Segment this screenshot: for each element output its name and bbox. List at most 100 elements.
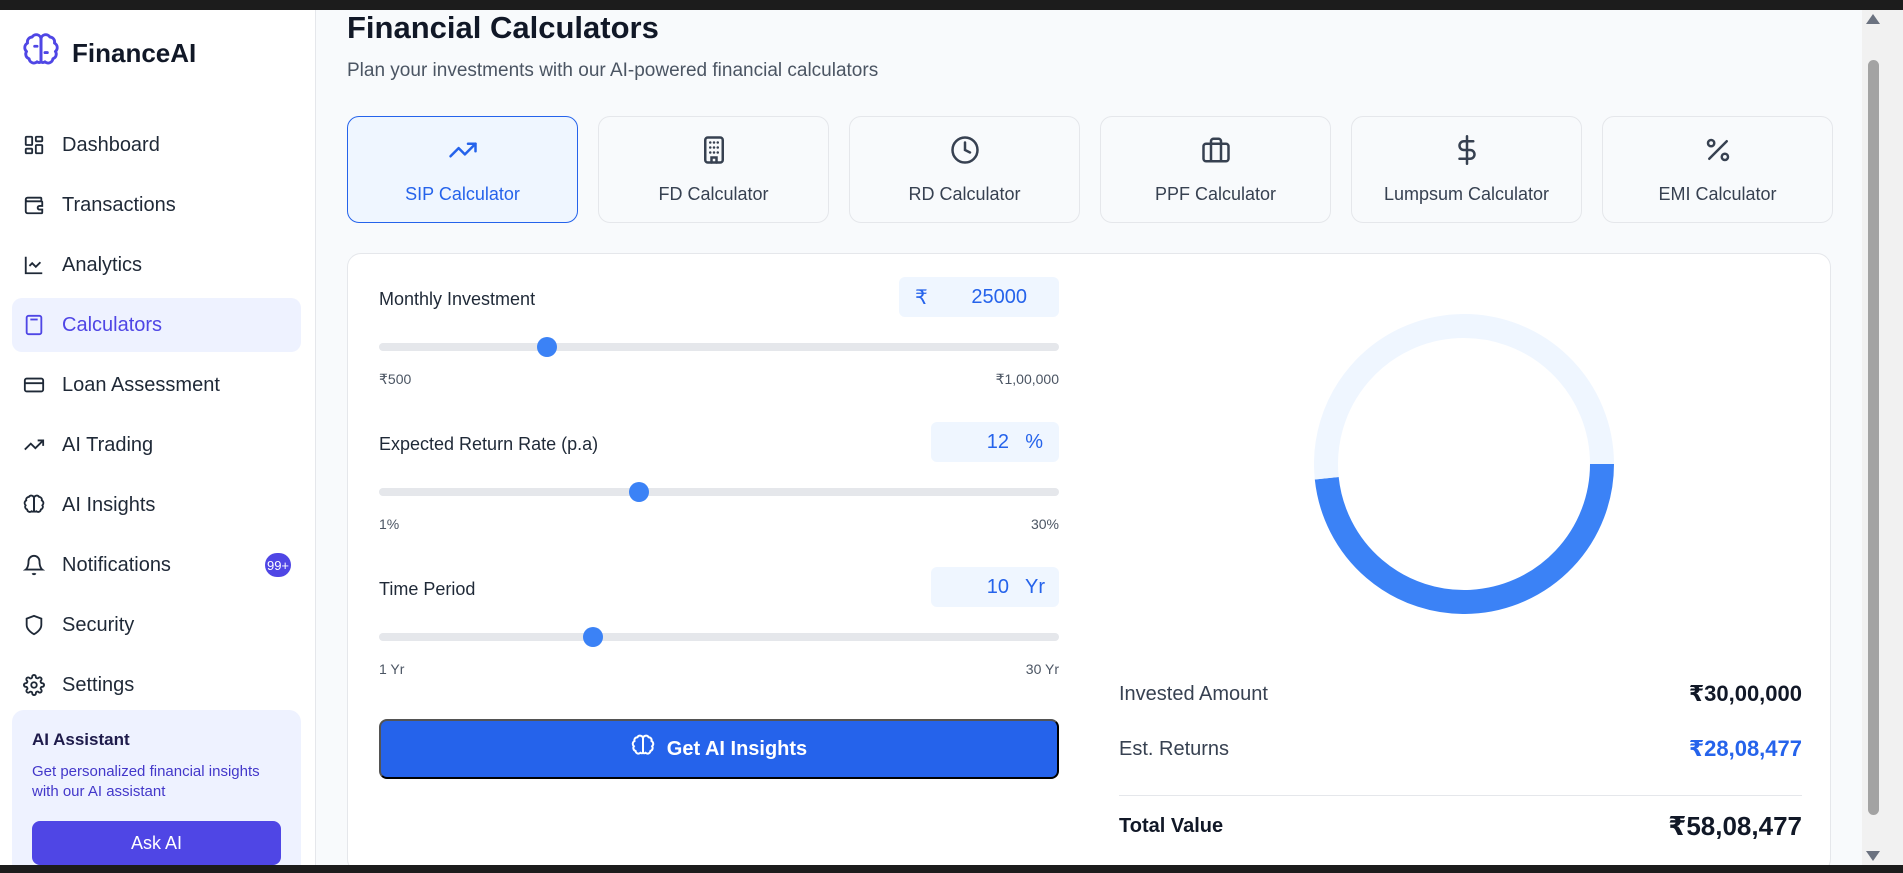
notification-badge: 99+ [265,553,291,577]
sidebar-item-ai-trading[interactable]: AI Trading [12,418,301,472]
sidebar-item-label: Analytics [62,253,143,276]
trending-up-icon [22,433,46,457]
tab-label: Lumpsum Calculator [1383,183,1550,204]
sidebar-item-label: Loan Assessment [62,373,220,396]
rupee-prefix: ₹ [915,286,928,309]
get-ai-insights-label: Get AI Insights [666,737,808,760]
time-period-slider-thumb[interactable] [583,627,604,647]
time-period-value: 10 [986,575,1009,598]
sidebar-item-loan-assessment[interactable]: Loan Assessment [12,358,301,412]
shield-icon [22,613,46,637]
return-rate-slider-thumb[interactable] [628,482,649,502]
scroll-up-arrow[interactable] [1866,14,1880,24]
est-returns-row: Est. Returns ₹28,08,477 [1119,736,1802,762]
grid-icon [22,133,46,157]
tab-fd-calculator[interactable]: FD Calculator [598,116,829,223]
bell-icon [22,553,46,577]
return-rate-value: 12 [986,430,1009,453]
sidebar-item-label: Notifications [62,553,171,576]
est-returns-label: Est. Returns [1119,737,1230,760]
sidebar-item-settings[interactable]: Settings [12,658,301,712]
sidebar-item-label: Settings [62,673,135,696]
trending-up-icon [448,135,478,170]
tab-ppf-calculator[interactable]: PPF Calculator [1100,116,1331,223]
brain-icon [22,32,60,75]
donut-slice-invested-amount [1314,314,1614,480]
sidebar-item-label: AI Trading [62,433,154,456]
time-period-max: 30 Yr [1025,661,1059,677]
years-suffix: Yr [1025,575,1045,598]
building-icon [699,135,729,170]
total-value-amount: ₹58,08,477 [1668,811,1802,841]
returns-donut-chart [1314,314,1614,614]
sidebar-item-label: Transactions [62,193,176,216]
dollar-icon [1452,134,1482,170]
brain-icon [631,734,655,764]
line-chart-icon [22,253,46,277]
tab-emi-calculator[interactable]: EMI Calculator [1602,116,1833,223]
total-value-row: Total Value ₹58,08,477 [1119,811,1802,842]
invested-amount-row: Invested Amount ₹30,00,000 [1119,681,1802,707]
donut-slice-est-returns [1314,463,1614,614]
brand[interactable]: FinanceAI [22,32,196,75]
percent-suffix: % [1025,430,1043,453]
sidebar-item-ai-insights[interactable]: AI Insights [12,478,301,532]
ask-ai-button[interactable]: Ask AI [32,821,281,865]
sidebar-item-dashboard[interactable]: Dashboard [12,118,301,172]
time-period-label: Time Period [379,579,476,599]
return-rate-input[interactable]: 12 % [931,422,1059,462]
credit-card-icon [22,373,46,397]
ai-assistant-description: Get personalized financial insights with… [32,763,260,800]
return-rate-slider-track[interactable] [379,488,1059,496]
return-rate-min: 1% [379,516,400,532]
time-period-min: 1 Yr [379,661,405,677]
page-title: Financial Calculators [347,10,659,45]
sidebar: FinanceAI Dashboard Transactions Analyti… [0,10,316,865]
invested-amount-value: ₹30,00,000 [1688,681,1802,706]
sidebar-item-label: AI Insights [62,493,156,516]
percent-icon [1703,135,1733,170]
sidebar-item-notifications[interactable]: Notifications 99+ [12,538,301,592]
return-rate-label: Expected Return Rate (p.a) [379,434,599,454]
get-ai-insights-button[interactable]: Get AI Insights [379,719,1059,779]
briefcase-icon [1201,135,1231,170]
sidebar-item-security[interactable]: Security [12,598,301,652]
clock-icon [950,135,980,170]
monthly-investment-slider-track[interactable] [379,343,1059,351]
summary-divider [1119,795,1802,796]
scrollbar-thumb[interactable] [1868,60,1879,815]
tab-rd-calculator[interactable]: RD Calculator [849,116,1080,223]
monthly-investment-max: ₹1,00,000 [995,371,1059,387]
sidebar-item-label: Calculators [62,313,163,336]
ai-assistant-card: AI Assistant Get personalized financial … [12,710,301,865]
monthly-investment-slider-thumb[interactable] [536,337,557,357]
sidebar-item-transactions[interactable]: Transactions [12,178,301,232]
tab-label: RD Calculator [908,183,1021,204]
ai-assistant-title: AI Assistant [32,730,130,749]
scroll-down-arrow[interactable] [1866,851,1880,861]
brand-name: FinanceAI [72,38,197,68]
time-period-input[interactable]: 10 Yr [931,567,1059,607]
main-content: Financial Calculators Plan your investme… [316,10,1862,873]
monthly-investment-input[interactable]: ₹ 25000 [899,277,1059,317]
sidebar-item-label: Security [62,613,135,636]
calculator-tabs: SIP Calculator FD Calculator RD Calculat… [347,116,1833,223]
monthly-investment-value: 25000 [971,285,1027,308]
est-returns-value: ₹28,08,477 [1688,736,1802,761]
time-period-slider-track[interactable] [379,633,1059,641]
return-rate-max: 30% [1030,516,1059,532]
monthly-investment-label: Monthly Investment [379,289,536,309]
sidebar-item-label: Dashboard [62,133,160,156]
window-top-bar [0,0,1903,10]
sidebar-item-calculators[interactable]: Calculators [12,298,301,352]
total-value-label: Total Value [1119,815,1224,837]
monthly-investment-min: ₹500 [379,371,412,387]
tab-sip-calculator[interactable]: SIP Calculator [347,116,578,223]
gear-icon [22,673,46,697]
calculator-icon [22,313,46,337]
calculator-panel: Monthly Investment ₹ 25000 ₹500 ₹1,00,00… [347,253,1831,873]
tab-lumpsum-calculator[interactable]: Lumpsum Calculator [1351,116,1582,223]
sidebar-nav: Dashboard Transactions Analytics Calcula… [12,118,301,718]
sidebar-item-analytics[interactable]: Analytics [12,238,301,292]
tab-label: FD Calculator [658,183,769,204]
